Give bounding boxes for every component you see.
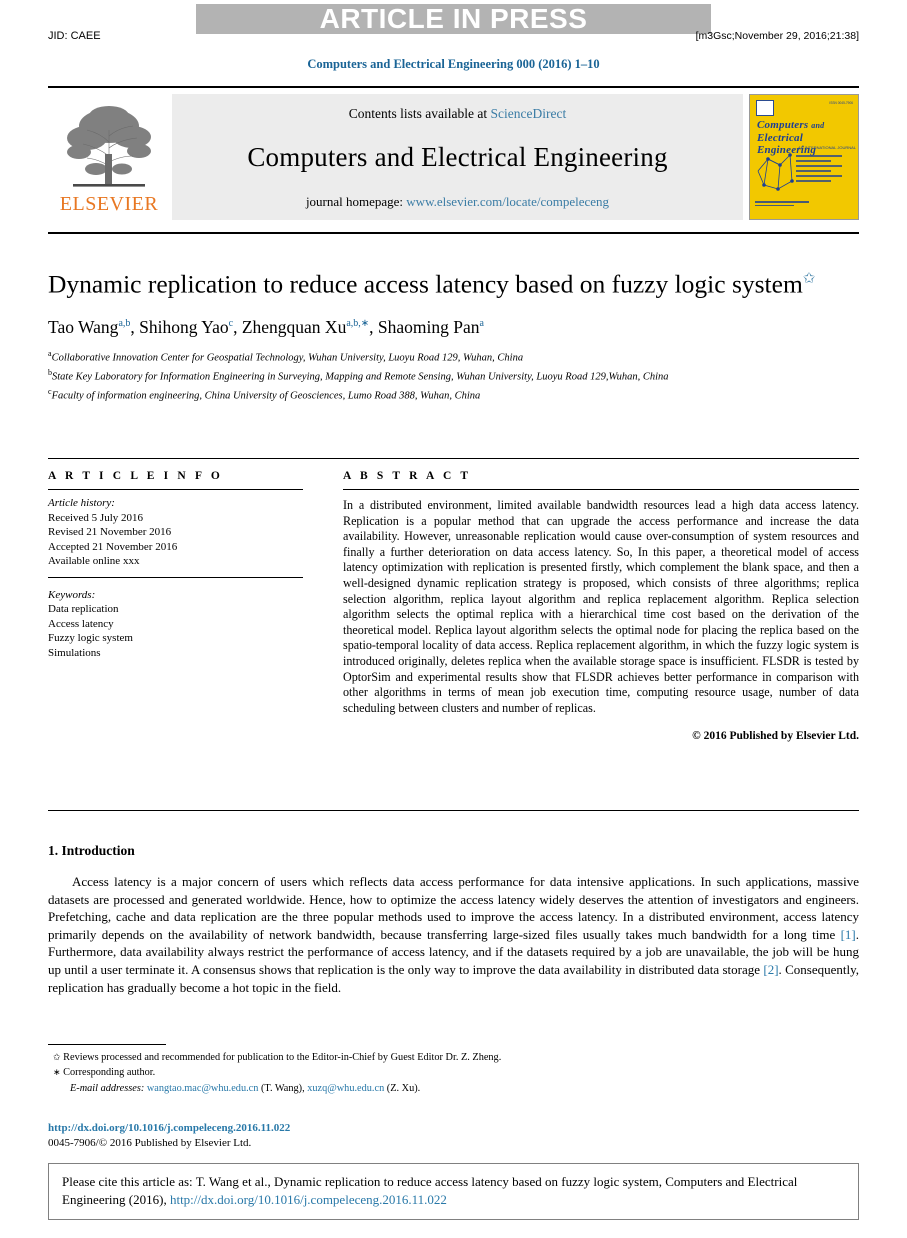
abstract-heading: A B S T R A C T [343,470,472,482]
elsevier-logo: ELSEVIER [48,94,170,220]
cover-title-word1: Computers [757,119,809,131]
author-list: Tao Wanga,b, Shihong Yaoc, Zhengquan Xua… [48,316,484,337]
article-history-group: Article history: Received 5 July 2016 Re… [48,490,303,569]
article-history-label: Article history: [48,497,115,509]
cover-footer-lines [755,201,853,213]
paper-page: ARTICLE IN PRESS JID: CAEE [m3Gsc;Novemb… [0,0,907,1238]
keywords-label: Keywords: [48,588,96,601]
abstract-text: In a distributed environment, limited av… [343,498,859,715]
elsevier-wordmark: ELSEVIER [59,193,159,215]
affiliation-item: bState Key Laboratory for Information En… [48,366,838,385]
history-item: Accepted 21 November 2016 [48,540,178,553]
journal-homepage-line: journal homepage: www.elsevier.com/locat… [306,194,609,210]
article-info-heading: A R T I C L E I N F O [48,470,223,482]
intro-text-part1: Access latency is a major concern of use… [48,874,859,942]
introduction-heading: 1. Introduction [48,843,135,858]
author-affil-mark: a,b,∗ [346,317,370,329]
email-label: E-mail addresses: [70,1083,145,1094]
citation-ref-1[interactable]: [1] [841,927,856,942]
email-owner-1: (T. Wang), [260,1083,305,1094]
citation-ref-2[interactable]: [2] [763,962,778,977]
abstract-copyright: © 2016 Published by Elsevier Ltd. [692,730,859,743]
affiliation-text: Collaborative Innovation Center for Geos… [51,352,524,363]
footnote-star-item: ✩ Reviews processed and recommended for … [48,1050,859,1065]
cover-journal-title: Computers and Electrical Engineering [757,119,853,156]
issn-copyright-line: 0045-7906/© 2016 Published by Elsevier L… [48,1137,252,1149]
affiliation-item: cFaculty of information engineering, Chi… [48,385,838,404]
journal-cover-thumbnail: ISSN 0045-7906 Computers and Electrical … [749,94,859,220]
keyword-item: Fuzzy logic system [48,632,133,644]
introduction-section: 1. Introduction Access latency is a majo… [48,843,859,996]
email-link-1[interactable]: wangtao.mac@whu.edu.cn [147,1083,259,1094]
elsevier-tree-icon [67,106,151,187]
info-abstract-columns: A R T I C L E I N F O Article history: R… [48,470,859,742]
journal-id-row: JID: CAEE [m3Gsc;November 29, 2016;21:38… [48,30,859,42]
author-affil-mark: a,b [118,317,131,329]
footnote-star-text: Reviews processed and recommended for pu… [63,1052,502,1063]
journal-id: JID: CAEE [48,30,101,42]
contents-prefix: Contents lists available at [348,106,491,121]
cover-elsevier-mark-icon [756,100,774,116]
cover-title-and: and [811,121,825,130]
page-title: Dynamic replication to reduce access lat… [48,264,838,300]
cite-doi-link[interactable]: http://dx.doi.org/10.1016/j.compeleceng.… [170,1192,447,1207]
corresponding-author-asterisk-icon: ∗ [53,1067,61,1077]
homepage-prefix: journal homepage: [305,194,407,209]
author-affil-mark: c [228,317,234,329]
history-item: Available online xxx [48,555,140,567]
email-addresses-line: E-mail addresses: wangtao.mac@whu.edu.cn… [48,1081,859,1096]
email-link-2[interactable]: xuzq@whu.edu.cn [307,1083,384,1094]
cover-subtitle: AN INTERNATIONAL JOURNAL [798,145,857,150]
author-affil-mark: a [479,317,484,329]
introduction-paragraph: Access latency is a major concern of use… [48,873,859,996]
abstract-section-top-rule [48,458,859,459]
affiliation-list: aCollaborative Innovation Center for Geo… [48,347,838,404]
corresponding-author-text: Corresponding author. [63,1067,156,1078]
footnote-block: ✩ Reviews processed and recommended for … [48,1050,859,1096]
running-title: Computers and Electrical Engineering 000… [307,57,600,71]
history-item: Received 5 July 2016 [48,511,144,524]
doi-link[interactable]: http://dx.doi.org/10.1016/j.compeleceng.… [48,1122,290,1134]
typesetter-stamp: [m3Gsc;November 29, 2016;21:38] [695,30,859,42]
keyword-item: Data replication [48,603,119,615]
journal-name: Computers and Electrical Engineering [247,141,668,172]
abstract-column: A B S T R A C T In a distributed environ… [343,470,859,742]
cite-this-article-box: Please cite this article as: T. Wang et … [48,1163,859,1220]
article-info-column: A R T I C L E I N F O Article history: R… [48,470,303,742]
journal-homepage-link[interactable]: www.elsevier.com/locate/compeleceng [406,194,609,209]
footnote-separator-rule [48,1044,166,1045]
author-name: Zhengquan Xu [241,316,347,337]
footnote-corresponding-item: ∗ Corresponding author. [48,1065,859,1080]
affiliation-text: Faculty of information engineering, Chin… [51,390,481,401]
cover-title-word2: Electrical Engineering [757,132,817,156]
sciencedirect-link[interactable]: ScienceDirect [491,106,567,121]
masthead-center-panel: Contents lists available at ScienceDirec… [172,94,743,220]
article-title-block: Dynamic replication to reduce access lat… [48,264,838,404]
email-owner-2: (Z. Xu). [386,1083,421,1094]
journal-masthead: ELSEVIER Contents lists available at Sci… [48,86,859,220]
masthead-bottom-rule [48,232,859,234]
contents-available-line: Contents lists available at ScienceDirec… [349,106,566,122]
cover-issn-text: ISSN 0045-7906 [829,101,853,105]
author-name: Shaoming Pan [377,316,480,337]
footnote-star-icon: ✩ [53,1052,61,1062]
keyword-item: Access latency [48,617,114,630]
author-name: Tao Wang [48,316,119,337]
author-name: Shihong Yao [139,316,229,337]
affiliation-text: State Key Laboratory for Information Eng… [52,371,669,382]
cover-contents-lines [796,155,854,185]
article-title-text: Dynamic replication to reduce access lat… [48,269,803,299]
introduction-top-rule [48,810,859,811]
title-footnote-star-icon: ✩ [802,271,816,287]
keywords-rule [48,576,303,584]
history-item: Revised 21 November 2016 [48,526,172,538]
keyword-item: Simulations [48,646,101,659]
affiliation-item: aCollaborative Innovation Center for Geo… [48,347,838,366]
keywords-group: Keywords: Data replication Access latenc… [48,584,303,661]
